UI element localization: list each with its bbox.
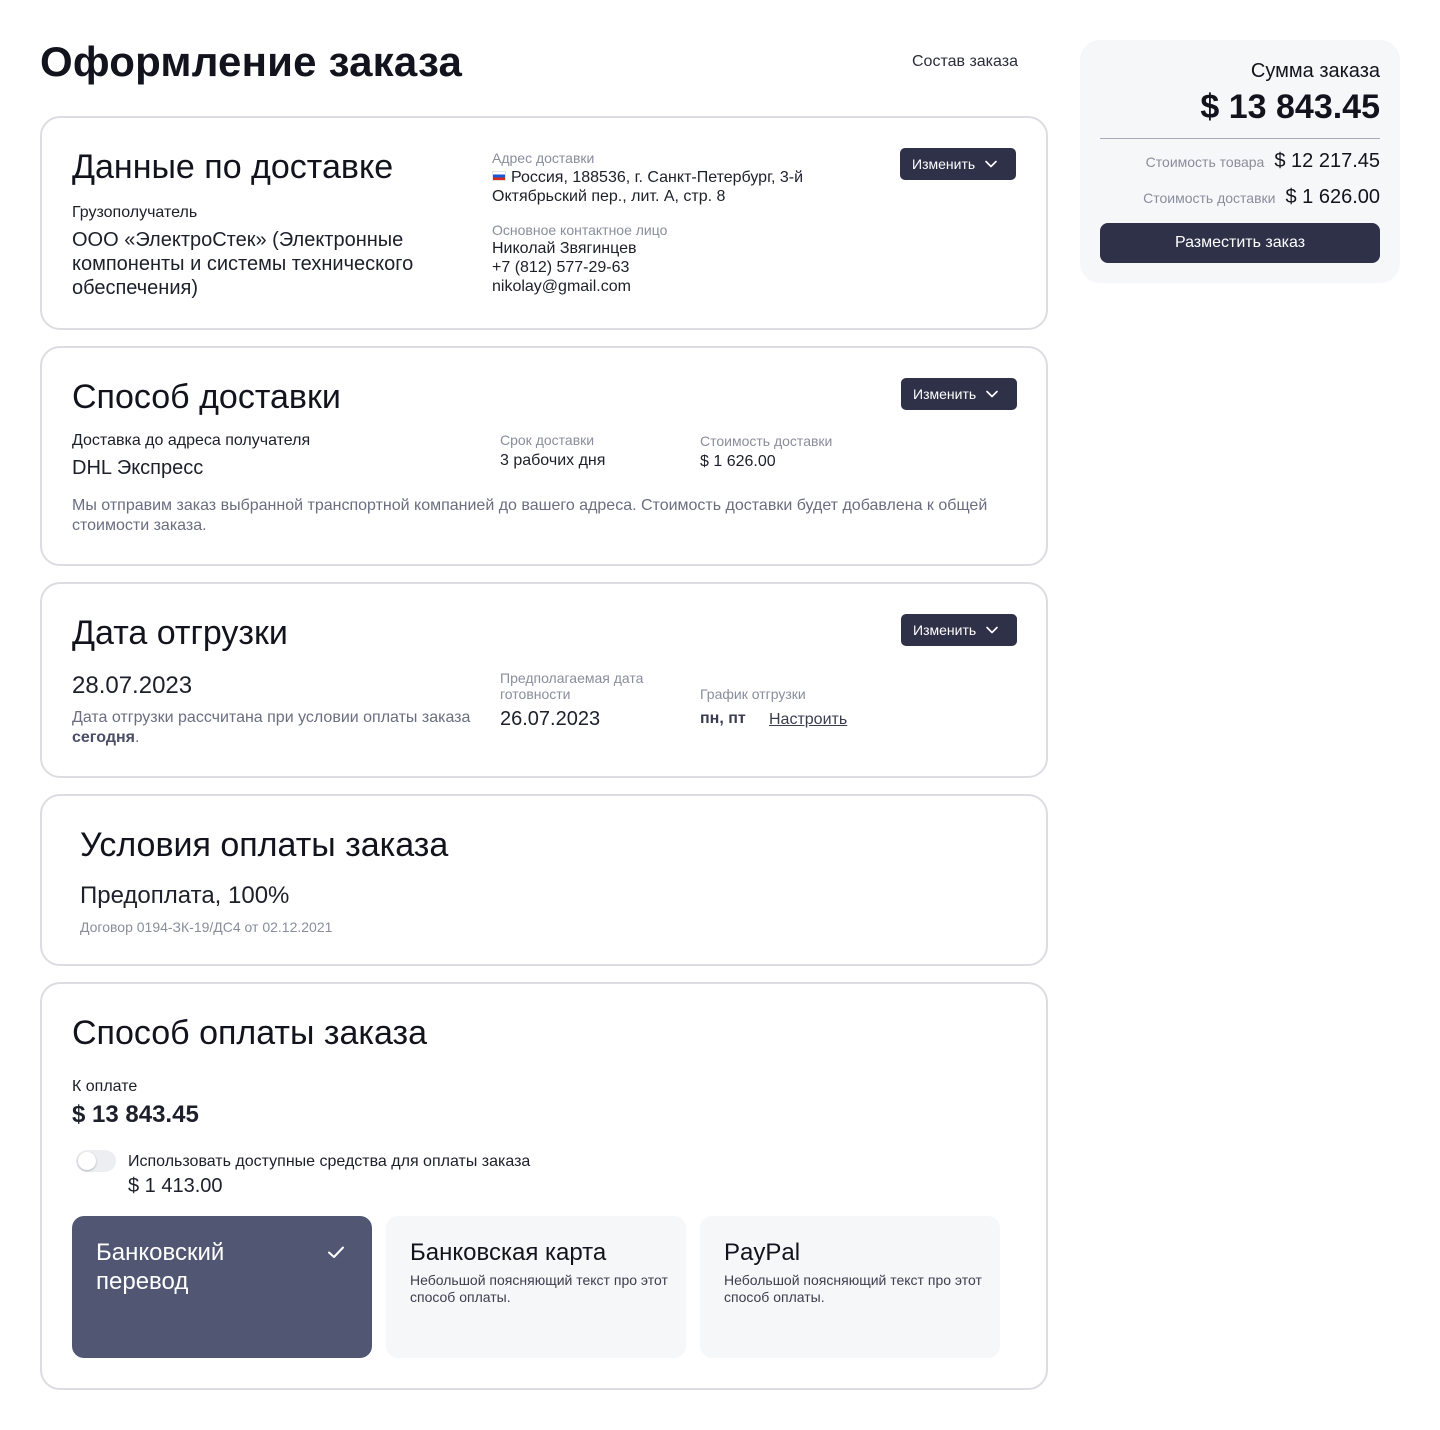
summary-total: $ 13 843.45 [1200,88,1380,126]
payment-terms-value: Предоплата, 100% [80,882,290,909]
delivery-method-note: Мы отправим заказ выбранной транспортной… [72,497,988,534]
consignee-label: Грузополучатель [72,204,198,221]
contact-label: Основное контактное лицо [492,222,668,238]
chevron-down-icon [986,390,998,398]
delivery-cost-value: $ 1 626.00 [700,453,776,470]
payment-option-title: PayPal [724,1239,801,1266]
consignee-value: ООО «ЭлектроСтек» (Электронные компонент… [72,229,414,299]
chevron-down-icon [985,160,997,168]
goods-cost-row: Стоимость товара $ 12 217.45 [1146,150,1380,173]
page-title: Оформление заказа [40,38,463,85]
check-icon [328,1246,344,1258]
edit-button-label: Изменить [913,622,977,638]
delivery-method-card: Способ доставки Доставка до адреса получ… [40,346,1048,566]
shipment-schedule-label: График отгрузки [700,686,806,702]
delivery-data-card: Данные по доставке Грузополучатель ООО «… [40,116,1048,330]
shipment-note-text: Дата отгрузки рассчитана при условии опл… [72,709,471,726]
payment-option-bank-card[interactable]: Банковская карта Небольшой поясняющий те… [386,1216,686,1358]
russia-flag-icon [492,171,506,181]
edit-shipment-date-button[interactable]: Изменить [901,614,1017,646]
goods-cost-value: $ 12 217.45 [1274,150,1380,172]
summary-delivery-label: Стоимость доставки [1143,190,1276,206]
delivery-term-value: 3 рабочих дня [500,452,606,469]
contact-email: nikolay@gmail.com [492,278,631,295]
shipment-date-note: Дата отгрузки рассчитана при условии опл… [72,708,472,748]
delivery-cost-row: Стоимость доставки $ 1 626.00 [1143,186,1380,209]
shipment-date-card: Дата отгрузки 28.07.2023 Дата отгрузки р… [40,582,1048,778]
shipment-date-value: 28.07.2023 [72,672,193,699]
edit-delivery-data-button[interactable]: Изменить [900,148,1016,180]
payment-terms-card: Условия оплаты заказа Предоплата, 100% Д… [40,794,1048,966]
chevron-down-icon [986,626,998,634]
use-funds-amount: $ 1 413.00 [128,1175,223,1197]
shipment-schedule-value: пн, пт [700,710,746,727]
to-pay-label: К оплате [72,1078,138,1095]
delivery-cost-label: Стоимость доставки [700,433,833,449]
summary-delivery-value: $ 1 626.00 [1285,186,1380,208]
goods-cost-label: Стоимость товара [1145,154,1265,170]
summary-title: Сумма заказа [1250,60,1380,82]
shipment-note-end: . [134,729,140,746]
ready-date-value: 26.07.2023 [500,708,601,730]
payment-terms-title: Условия оплаты заказа [80,826,449,864]
payment-option-desc: Небольшой поясняющий текст про этот спос… [410,1272,668,1305]
payment-option-title: Банковская карта [410,1239,607,1266]
use-funds-label: Использовать доступные средства для опла… [128,1153,531,1170]
contact-name: Николай Звягинцев [492,240,637,257]
order-composition-link[interactable]: Состав заказа [912,53,1018,71]
edit-button-label: Изменить [912,156,976,172]
address-label: Адрес доставки [492,150,595,166]
place-order-button[interactable]: Разместить заказ [1100,223,1380,263]
delivery-type-label: Доставка до адреса получателя [72,432,311,449]
contact-phone: +7 (812) 577-29-63 [492,259,630,276]
address-value: Россия, 188536, г. Санкт-Петербург, 3-й … [492,169,803,205]
to-pay-value: $ 13 843.45 [72,1101,199,1128]
shipment-note-bold: сегодня [72,729,135,746]
delivery-method-title: Способ доставки [72,378,341,416]
payment-option-desc: Небольшой поясняющий текст про этот спос… [724,1272,982,1305]
payment-contract: Договор 0194-ЗК-19/ДС4 от 02.12.2021 [80,919,333,935]
address-block: Россия, 188536, г. Санкт-Петербург, 3-й … [492,168,862,206]
delivery-type-value: DHL Экспресс [72,457,204,479]
summary-divider [1100,138,1380,139]
edit-button-label: Изменить [913,386,977,402]
edit-delivery-method-button[interactable]: Изменить [901,378,1017,410]
payment-option-bank-transfer[interactable]: Банковский перевод [72,1216,372,1358]
toggle-knob [78,1152,96,1170]
payment-option-paypal[interactable]: PayPal Небольшой поясняющий текст про эт… [700,1216,1000,1358]
shipment-date-title: Дата отгрузки [72,614,288,652]
delivery-term-label: Срок доставки [500,432,595,448]
delivery-data-title: Данные по доставке [72,148,394,186]
payment-option-title: Банковский перевод [96,1239,225,1295]
payment-method-title: Способ оплаты заказа [72,1014,428,1052]
ready-date-label: Предполагаемая дата готовности [500,670,644,702]
configure-schedule-link[interactable]: Настроить [769,710,847,729]
order-summary-panel: Сумма заказа $ 13 843.45 Стоимость товар… [1080,40,1400,283]
use-funds-toggle[interactable] [76,1150,116,1172]
